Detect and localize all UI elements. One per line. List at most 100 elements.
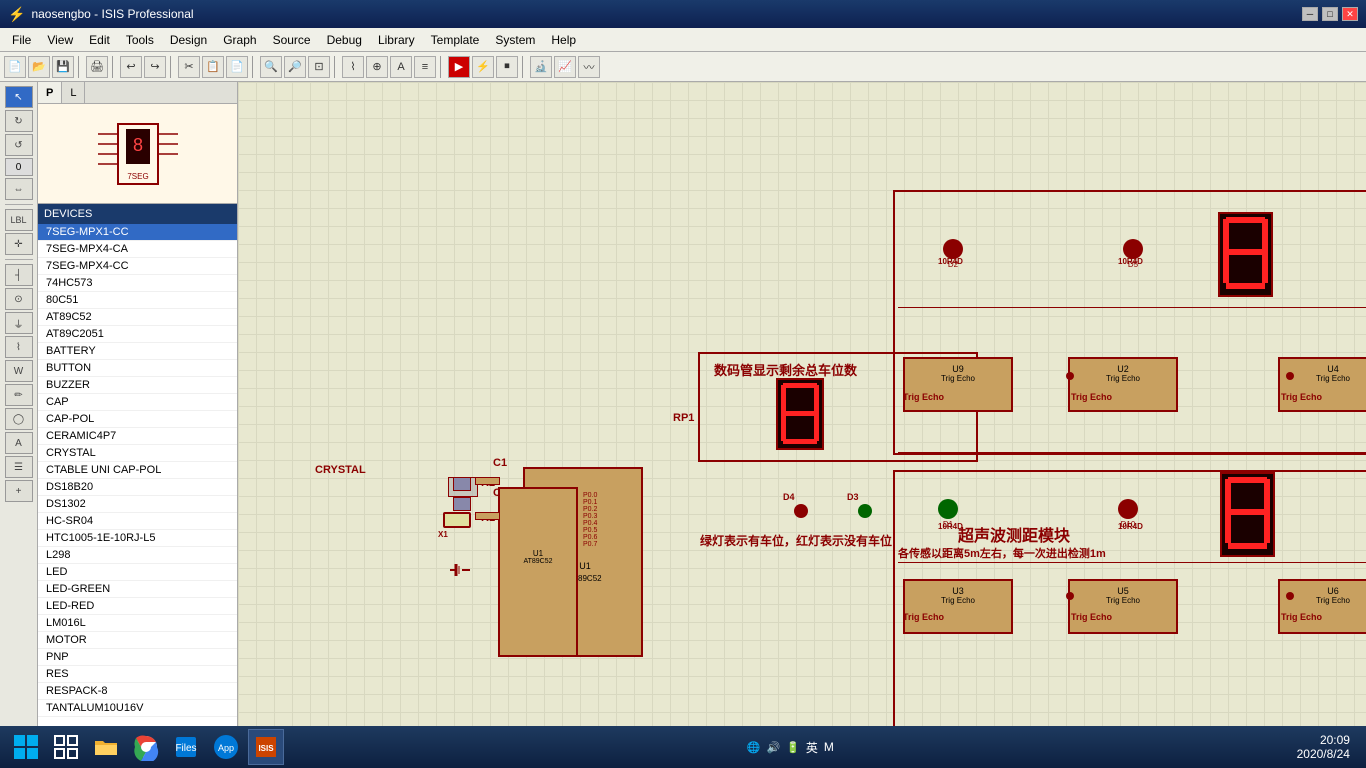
menu-tools[interactable]: Tools bbox=[118, 31, 162, 49]
tab-p[interactable]: P bbox=[38, 82, 62, 103]
menu-template[interactable]: Template bbox=[423, 31, 488, 49]
device-battery[interactable]: BATTERY bbox=[38, 343, 237, 360]
save-button[interactable]: 💾 bbox=[52, 56, 74, 78]
zoom-in-button[interactable]: 🔍 bbox=[260, 56, 282, 78]
device-respack-8[interactable]: RESPACK-8 bbox=[38, 683, 237, 700]
redo-button[interactable]: ↪ bbox=[144, 56, 166, 78]
text-tool[interactable]: A bbox=[5, 432, 33, 454]
device-74hc573[interactable]: 74HC573 bbox=[38, 275, 237, 292]
menu-design[interactable]: Design bbox=[162, 31, 215, 49]
device-7seg-mpx4-ca[interactable]: 7SEG-MPX4-CA bbox=[38, 241, 237, 258]
add-tool[interactable]: + bbox=[5, 480, 33, 502]
rotate-cw-tool[interactable]: ↻ bbox=[5, 110, 33, 132]
junction-tool[interactable]: ⊙ bbox=[5, 288, 33, 310]
device-led[interactable]: LED bbox=[38, 564, 237, 581]
menu-graph[interactable]: Graph bbox=[215, 31, 264, 49]
app5-button[interactable]: App bbox=[208, 729, 244, 765]
open-button[interactable]: 📂 bbox=[28, 56, 50, 78]
print-button[interactable]: 🖨 bbox=[86, 56, 108, 78]
draw-tool[interactable]: ✏ bbox=[5, 384, 33, 406]
device-80c51[interactable]: 80C51 bbox=[38, 292, 237, 309]
file-explorer-button[interactable] bbox=[88, 729, 124, 765]
close-button[interactable]: ✕ bbox=[1342, 7, 1358, 21]
simulate-button[interactable]: ▶ bbox=[448, 56, 470, 78]
copy-button[interactable]: 📋 bbox=[202, 56, 224, 78]
oscilloscope-button[interactable]: 〰 bbox=[578, 56, 600, 78]
task-view-button[interactable] bbox=[48, 729, 84, 765]
minimize-button[interactable]: ─ bbox=[1302, 7, 1318, 21]
rotate-ccw-tool[interactable]: ↺ bbox=[5, 134, 33, 156]
bus-tool[interactable]: ≡ bbox=[414, 56, 436, 78]
device-buzzer[interactable]: BUZZER bbox=[38, 377, 237, 394]
device-htc1005[interactable]: HTC1005-1E-10RJ-L5 bbox=[38, 530, 237, 547]
probe-left[interactable]: W bbox=[5, 360, 33, 382]
device-7seg-mpx4-cc[interactable]: 7SEG-MPX4-CC bbox=[38, 258, 237, 275]
device-ctable[interactable]: CTABLE UNI CAP-POL bbox=[38, 462, 237, 479]
isis-taskbar-button[interactable]: ISIS bbox=[248, 729, 284, 765]
device-pnp[interactable]: PNP bbox=[38, 649, 237, 666]
device-led-green[interactable]: LED-GREEN bbox=[38, 581, 237, 598]
undo-button[interactable]: ↩ bbox=[120, 56, 142, 78]
stop-button[interactable]: ⏹ bbox=[496, 56, 518, 78]
mirror-tool[interactable]: ⇔ bbox=[5, 178, 33, 200]
maximize-button[interactable]: □ bbox=[1322, 7, 1338, 21]
device-crystal[interactable]: CRYSTAL bbox=[38, 445, 237, 462]
seg-display-main-top bbox=[776, 378, 824, 450]
graph-button[interactable]: 📈 bbox=[554, 56, 576, 78]
device-hc-sr04[interactable]: HC-SR04 bbox=[38, 513, 237, 530]
window-controls[interactable]: ─ □ ✕ bbox=[1302, 7, 1358, 21]
menu-source[interactable]: Source bbox=[265, 31, 319, 49]
bus-pin-tool[interactable]: ┤ bbox=[5, 264, 33, 286]
probe-button[interactable]: 🔬 bbox=[530, 56, 552, 78]
menu-debug[interactable]: Debug bbox=[319, 31, 370, 49]
select-tool[interactable]: ↖ bbox=[5, 86, 33, 108]
label-tool[interactable]: A bbox=[390, 56, 412, 78]
tab-l[interactable]: L bbox=[62, 82, 85, 103]
start-button[interactable] bbox=[8, 729, 44, 765]
device-motor[interactable]: MOTOR bbox=[38, 632, 237, 649]
label-tool-left[interactable]: LBL bbox=[5, 209, 33, 231]
device-lm016l[interactable]: LM016L bbox=[38, 615, 237, 632]
junction-4 bbox=[1066, 372, 1074, 380]
menu-edit[interactable]: Edit bbox=[81, 31, 118, 49]
device-cap-pol[interactable]: CAP-POL bbox=[38, 411, 237, 428]
device-res[interactable]: RES bbox=[38, 666, 237, 683]
device-at89c52[interactable]: AT89C52 bbox=[38, 309, 237, 326]
devices-list[interactable]: 7SEG-MPX1-CC 7SEG-MPX4-CA 7SEG-MPX4-CC 7… bbox=[38, 224, 237, 728]
zoom-fit-button[interactable]: ⊡ bbox=[308, 56, 330, 78]
wire-tool-left[interactable]: ⌇ bbox=[5, 336, 33, 358]
paste-button[interactable]: 📄 bbox=[226, 56, 248, 78]
menu-view[interactable]: View bbox=[39, 31, 81, 49]
menu-file[interactable]: File bbox=[4, 31, 39, 49]
symbol-tool[interactable]: ☰ bbox=[5, 456, 33, 478]
zoom-out-button[interactable]: 🔎 bbox=[284, 56, 306, 78]
menu-system[interactable]: System bbox=[487, 31, 543, 49]
run-button[interactable]: ⚡ bbox=[472, 56, 494, 78]
separator2 bbox=[5, 259, 33, 260]
chrome-button[interactable] bbox=[128, 729, 164, 765]
app-icon: ⚡ bbox=[8, 6, 25, 23]
menu-help[interactable]: Help bbox=[543, 31, 584, 49]
device-7seg-mpx1-cc[interactable]: 7SEG-MPX1-CC bbox=[38, 224, 237, 241]
move-tool[interactable]: ✛ bbox=[5, 233, 33, 255]
device-led-red[interactable]: LED-RED bbox=[38, 598, 237, 615]
device-at89c2051[interactable]: AT89C2051 bbox=[38, 326, 237, 343]
device-ds1302[interactable]: DS1302 bbox=[38, 496, 237, 513]
wire-tool[interactable]: ⌇ bbox=[342, 56, 364, 78]
files-button[interactable]: Files bbox=[168, 729, 204, 765]
new-button[interactable]: 📄 bbox=[4, 56, 26, 78]
at89c52-chip: U1 AT89C52 bbox=[498, 487, 578, 657]
device-button[interactable]: BUTTON bbox=[38, 360, 237, 377]
menu-library[interactable]: Library bbox=[370, 31, 423, 49]
device-ceramic4p7[interactable]: CERAMIC4P7 bbox=[38, 428, 237, 445]
device-tantalum[interactable]: TANTALUM10U16V bbox=[38, 700, 237, 717]
device-ds18b20[interactable]: DS18B20 bbox=[38, 479, 237, 496]
component-tool[interactable]: ⊕ bbox=[366, 56, 388, 78]
power-tool[interactable]: ⏚ bbox=[5, 312, 33, 334]
canvas-area[interactable]: 数码管显示剩余总车位数 RP1 U1 bbox=[238, 82, 1366, 742]
cut-button[interactable]: ✂ bbox=[178, 56, 200, 78]
device-l298[interactable]: L298 bbox=[38, 547, 237, 564]
arc-tool[interactable]: ◯ bbox=[5, 408, 33, 430]
files-icon: Files bbox=[172, 733, 200, 761]
device-cap[interactable]: CAP bbox=[38, 394, 237, 411]
